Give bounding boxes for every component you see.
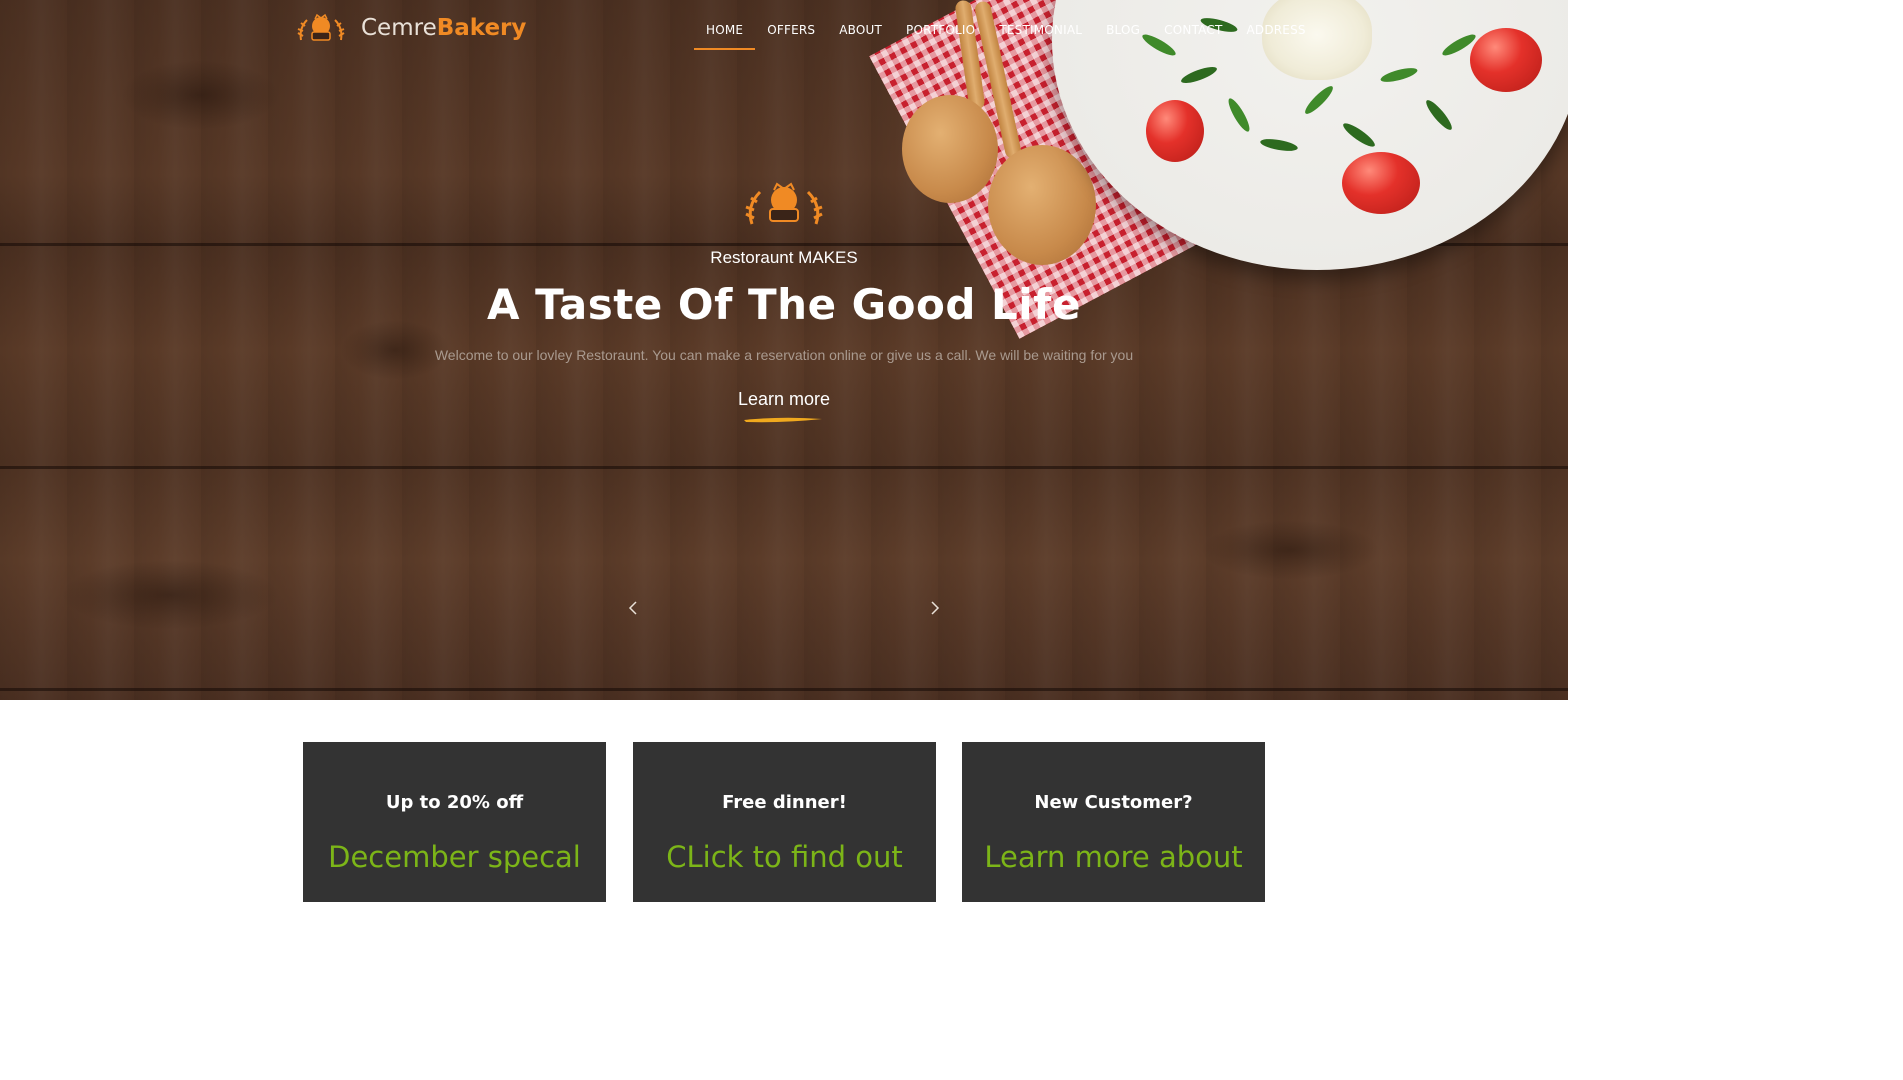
cherry-tomato bbox=[1470, 28, 1542, 92]
nav-item-portfolio[interactable]: PORTFOLIO bbox=[894, 20, 987, 40]
learn-more-link[interactable]: Learn more bbox=[0, 389, 1568, 410]
nav-item-contact[interactable]: CONTACT bbox=[1152, 20, 1234, 40]
offer-card-title: New Customer? bbox=[1034, 792, 1193, 813]
wood-knot bbox=[1200, 520, 1380, 580]
offer-card-subtitle: Learn more about bbox=[984, 840, 1243, 874]
brand-name: CemreBakery bbox=[361, 15, 527, 41]
nav-item-blog[interactable]: BLOG bbox=[1094, 20, 1152, 40]
nav-item-address[interactable]: ADDRESS bbox=[1234, 20, 1317, 40]
nav-item-about[interactable]: ABOUT bbox=[827, 20, 894, 40]
mozzarella-topping bbox=[1262, 0, 1372, 80]
offer-card-title: Free dinner! bbox=[722, 792, 847, 813]
hero-slider: CemreBakery HOME OFFERS ABOUT PORTFOLIO … bbox=[0, 0, 1568, 700]
slider-prev-button[interactable] bbox=[624, 598, 644, 618]
nav-item-offers[interactable]: OFFERS bbox=[755, 20, 827, 40]
offer-card[interactable]: Free dinner! CLick to find out bbox=[633, 742, 936, 902]
nav-item-home[interactable]: HOME bbox=[694, 20, 756, 50]
offer-card[interactable]: Up to 20% off December specal bbox=[303, 742, 606, 902]
offer-card-subtitle: December specal bbox=[328, 840, 581, 874]
wood-plank-seam bbox=[0, 688, 1568, 691]
hero-description: Welcome to our lovley Restoraunt. You ca… bbox=[434, 347, 1134, 363]
chevron-left-icon bbox=[628, 601, 637, 615]
hero-title: A Taste Of The Good Life bbox=[487, 280, 1081, 329]
nav-item-testimonial[interactable]: TESTIMONIAL bbox=[987, 20, 1094, 40]
wood-plank-seam bbox=[0, 466, 1568, 469]
bakery-emblem-icon bbox=[297, 13, 345, 41]
brand-logo[interactable]: CemreBakery bbox=[295, 10, 526, 46]
cherry-tomato bbox=[1342, 152, 1420, 214]
wooden-spoon bbox=[902, 95, 998, 203]
wooden-spoon bbox=[988, 145, 1096, 265]
hero-subtitle: Restoraunt MAKES bbox=[710, 248, 858, 267]
offer-card[interactable]: New Customer? Learn more about bbox=[962, 742, 1265, 902]
offer-card-subtitle: CLick to find out bbox=[666, 840, 903, 874]
cherry-tomato bbox=[1146, 100, 1204, 162]
brush-underline-icon bbox=[744, 417, 822, 423]
main-nav: HOME OFFERS ABOUT PORTFOLIO TESTIMONIAL … bbox=[694, 20, 1318, 50]
offer-card-title: Up to 20% off bbox=[385, 792, 524, 813]
slider-next-button[interactable] bbox=[924, 598, 944, 618]
bakery-emblem-icon bbox=[745, 182, 823, 225]
chevron-right-icon bbox=[931, 601, 940, 615]
wood-knot bbox=[60, 560, 280, 630]
wood-knot bbox=[120, 60, 280, 130]
